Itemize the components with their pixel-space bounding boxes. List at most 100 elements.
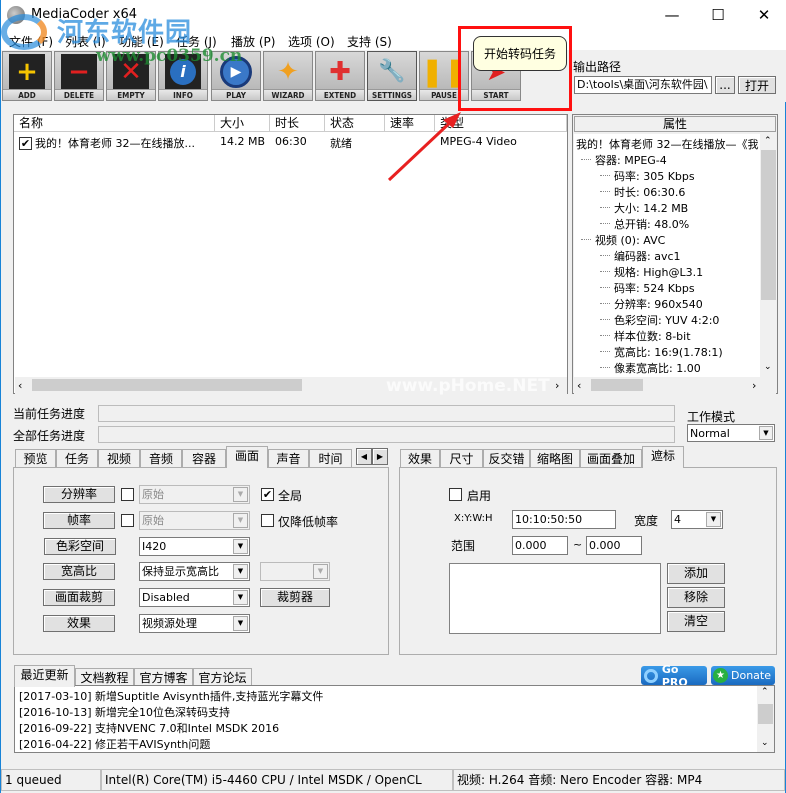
crop-button[interactable]: 画面裁剪: [43, 589, 115, 606]
properties-horizontal-scrollbar[interactable]: ‹ ›: [574, 377, 776, 394]
tree-node[interactable]: 码率: 305 Kbps: [614, 168, 695, 184]
add-region-button[interactable]: 添加: [667, 563, 725, 584]
tree-node[interactable]: 视频 (0): AVC: [595, 232, 665, 248]
news-list[interactable]: [2017-03-10] 新增Suptitle Avisynth插件,支持蓝光字…: [14, 685, 775, 753]
right-tab[interactable]: 画面叠加: [580, 449, 642, 468]
news-item[interactable]: [2016-09-22] 支持NVENC 7.0和Intel MSDK 2016: [19, 720, 279, 736]
framerate-button[interactable]: 帧率: [43, 512, 115, 529]
tree-node[interactable]: 样本位数: 8-bit: [614, 328, 691, 344]
tree-node[interactable]: 我的！体育老师 32—在线播放—《我: [576, 136, 759, 152]
menu-options[interactable]: 选项 (O): [288, 33, 335, 50]
enable-checkbox[interactable]: [449, 488, 462, 501]
scroll-left-arrow[interactable]: ‹: [577, 379, 581, 392]
column-rate[interactable]: 速率: [385, 115, 435, 132]
range-from-input[interactable]: 0.000: [512, 536, 568, 555]
tree-node[interactable]: 规格: High@L3.1: [614, 264, 703, 280]
properties-tree[interactable]: 我的！体育老师 32—在线播放—《我 容器: MPEG-4 码率: 305 Kbps…: [574, 134, 760, 377]
range-to-input[interactable]: 0.000: [586, 536, 642, 555]
tree-node[interactable]: 编码器: avc1: [614, 248, 681, 264]
tree-node[interactable]: 像素宽高比: 1.00: [614, 360, 701, 376]
width-select[interactable]: 4 ▼: [671, 510, 723, 529]
column-name[interactable]: 名称: [14, 115, 215, 132]
close-button[interactable]: ✕: [741, 0, 786, 30]
add-button[interactable]: + ADD: [2, 51, 52, 101]
minimize-button[interactable]: —: [649, 0, 695, 30]
work-mode-select[interactable]: Normal ▼: [687, 424, 775, 442]
news-vertical-scrollbar[interactable]: ⌃ ⌄: [757, 686, 774, 752]
news-item[interactable]: [2017-03-10] 新增Suptitle Avisynth插件,支持蓝光字…: [19, 688, 323, 704]
right-tab[interactable]: 缩略图: [530, 449, 580, 468]
extend-button[interactable]: ✚ EXTEND: [315, 51, 365, 101]
open-button[interactable]: 打开: [738, 76, 776, 94]
crop-select[interactable]: Disabled ▼: [139, 588, 250, 607]
scroll-up-arrow[interactable]: ⌃: [764, 136, 772, 146]
right-tab[interactable]: 遮标: [642, 446, 684, 468]
aspect-ratio-button[interactable]: 宽高比: [43, 563, 115, 580]
tree-node[interactable]: 容器: MPEG-4: [595, 152, 667, 168]
right-tab[interactable]: 尺寸: [440, 449, 483, 468]
news-tab[interactable]: 最近更新: [14, 665, 75, 687]
tab-scroll-left[interactable]: ◀: [356, 448, 372, 465]
right-tab[interactable]: 反交错: [483, 449, 530, 468]
column-status[interactable]: 状态: [325, 115, 385, 132]
effects-button[interactable]: 效果: [43, 615, 115, 632]
go-pro-button[interactable]: Go PRO: [641, 663, 707, 689]
scroll-down-arrow[interactable]: ⌄: [764, 362, 772, 372]
file-list[interactable]: 名称 大小 时长 状态 速率 类型 ✔ 我的！体育老师 32—在线播放... 1…: [13, 114, 568, 394]
scroll-right-arrow[interactable]: ›: [555, 379, 559, 392]
aspect-ratio-extra-select[interactable]: ▼: [260, 562, 330, 581]
scroll-down-arrow[interactable]: ⌄: [761, 738, 769, 748]
wizard-button[interactable]: ✦ WIZARD: [263, 51, 313, 101]
xywh-input[interactable]: 10:10:50:50: [512, 510, 616, 529]
menu-support[interactable]: 支持 (S): [347, 33, 392, 50]
left-tab[interactable]: 声音: [268, 449, 309, 468]
left-tab[interactable]: 画面: [226, 446, 268, 468]
global-checkbox[interactable]: ✔: [261, 488, 274, 501]
right-tab[interactable]: 效果: [400, 449, 440, 468]
tree-node[interactable]: 宽高比: 16:9(1.78:1): [614, 344, 723, 360]
scroll-thumb[interactable]: [761, 150, 776, 300]
colorspace-button[interactable]: 色彩空间: [44, 538, 116, 555]
column-duration[interactable]: 时长: [270, 115, 325, 132]
scroll-thumb[interactable]: [591, 379, 643, 391]
tree-node[interactable]: 大小: 14.2 MB: [614, 200, 688, 216]
properties-vertical-scrollbar[interactable]: ⌃ ⌄: [760, 134, 777, 377]
tab-scroll-right[interactable]: ▶: [372, 448, 388, 465]
browse-button[interactable]: ...: [715, 76, 735, 94]
news-item[interactable]: [2016-10-13] 新增完全10位色深转码支持: [19, 704, 230, 720]
news-item[interactable]: [2016-04-22] 修正若干AVISynth问题: [19, 736, 210, 752]
donate-button[interactable]: ★ Donate: [711, 666, 775, 685]
effects-select[interactable]: 视频源处理 ▼: [139, 614, 250, 633]
colorspace-select[interactable]: I420 ▼: [139, 537, 250, 556]
framerate-select[interactable]: 原始 ▼: [139, 511, 250, 530]
left-tab[interactable]: 任务: [56, 449, 98, 468]
tree-node[interactable]: 分辨率: 960x540: [614, 296, 703, 312]
settings-button[interactable]: 🔧 SETTINGS: [367, 51, 417, 101]
cropper-button[interactable]: 裁剪器: [260, 588, 330, 607]
column-type[interactable]: 类型: [435, 115, 567, 132]
scroll-thumb[interactable]: [32, 379, 302, 391]
delogo-list[interactable]: [449, 563, 661, 634]
left-tab[interactable]: 时间: [309, 449, 352, 468]
tree-node[interactable]: 时长: 06:30.6: [614, 184, 685, 200]
clear-regions-button[interactable]: 清空: [667, 611, 725, 632]
aspect-ratio-select[interactable]: 保持显示宽高比 ▼: [139, 562, 250, 581]
left-tab[interactable]: 容器: [182, 449, 226, 468]
row-checkbox[interactable]: ✔: [19, 137, 32, 150]
tree-node[interactable]: 码率: 524 Kbps: [614, 280, 695, 296]
resolution-checkbox[interactable]: [121, 488, 134, 501]
scroll-thumb[interactable]: [758, 704, 773, 724]
left-tab[interactable]: 音频: [140, 449, 182, 468]
scroll-right-arrow[interactable]: ›: [752, 379, 756, 392]
tree-node[interactable]: 色彩空间: YUV 4:2:0: [614, 312, 719, 328]
left-tab[interactable]: 视频: [98, 449, 140, 468]
tree-node[interactable]: 总开销: 48.0%: [614, 216, 689, 232]
left-tab[interactable]: 预览: [15, 449, 56, 468]
reduce-only-checkbox[interactable]: [261, 514, 274, 527]
resolution-select[interactable]: 原始 ▼: [139, 485, 250, 504]
scroll-up-arrow[interactable]: ⌃: [761, 687, 769, 697]
maximize-button[interactable]: ☐: [695, 0, 741, 30]
column-size[interactable]: 大小: [215, 115, 270, 132]
scroll-left-arrow[interactable]: ‹: [18, 379, 22, 392]
resolution-button[interactable]: 分辨率: [43, 486, 115, 503]
